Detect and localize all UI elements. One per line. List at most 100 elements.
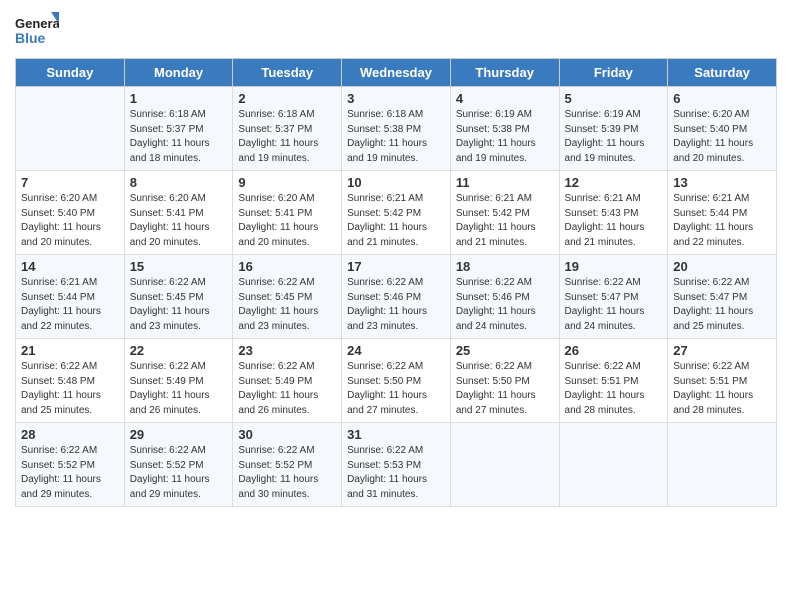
cell-info: Sunrise: 6:22 AM Sunset: 5:52 PM Dayligh… bbox=[238, 444, 336, 502]
calendar-cell: 18 Sunrise: 6:22 AM Sunset: 5:46 PM Dayli… bbox=[450, 255, 559, 339]
date-number: 14 bbox=[21, 259, 119, 274]
date-number: 22 bbox=[130, 343, 228, 358]
calendar-cell: 28 Sunrise: 6:22 AM Sunset: 5:52 PM Dayli… bbox=[16, 423, 125, 507]
calendar-cell: 1 Sunrise: 6:18 AM Sunset: 5:37 PM Daylig… bbox=[124, 87, 233, 171]
cell-info: Sunrise: 6:22 AM Sunset: 5:45 PM Dayligh… bbox=[130, 276, 228, 334]
day-header-wednesday: Wednesday bbox=[342, 59, 451, 87]
cell-info: Sunrise: 6:21 AM Sunset: 5:43 PM Dayligh… bbox=[565, 192, 663, 250]
cell-info: Sunrise: 6:22 AM Sunset: 5:50 PM Dayligh… bbox=[456, 360, 554, 418]
day-header-monday: Monday bbox=[124, 59, 233, 87]
cell-info: Sunrise: 6:19 AM Sunset: 5:39 PM Dayligh… bbox=[565, 108, 663, 166]
calendar-cell: 8 Sunrise: 6:20 AM Sunset: 5:41 PM Daylig… bbox=[124, 171, 233, 255]
cell-info: Sunrise: 6:18 AM Sunset: 5:38 PM Dayligh… bbox=[347, 108, 445, 166]
date-number: 28 bbox=[21, 427, 119, 442]
cell-info: Sunrise: 6:20 AM Sunset: 5:40 PM Dayligh… bbox=[21, 192, 119, 250]
calendar-cell bbox=[450, 423, 559, 507]
day-header-thursday: Thursday bbox=[450, 59, 559, 87]
cell-info: Sunrise: 6:22 AM Sunset: 5:47 PM Dayligh… bbox=[565, 276, 663, 334]
calendar-cell: 19 Sunrise: 6:22 AM Sunset: 5:47 PM Dayli… bbox=[559, 255, 668, 339]
calendar-cell: 10 Sunrise: 6:21 AM Sunset: 5:42 PM Dayli… bbox=[342, 171, 451, 255]
cell-info: Sunrise: 6:22 AM Sunset: 5:52 PM Dayligh… bbox=[130, 444, 228, 502]
cell-info: Sunrise: 6:22 AM Sunset: 5:52 PM Dayligh… bbox=[21, 444, 119, 502]
cell-info: Sunrise: 6:21 AM Sunset: 5:42 PM Dayligh… bbox=[347, 192, 445, 250]
calendar-cell: 24 Sunrise: 6:22 AM Sunset: 5:50 PM Dayli… bbox=[342, 339, 451, 423]
calendar-cell: 7 Sunrise: 6:20 AM Sunset: 5:40 PM Daylig… bbox=[16, 171, 125, 255]
date-number: 2 bbox=[238, 91, 336, 106]
date-number: 12 bbox=[565, 175, 663, 190]
date-number: 4 bbox=[456, 91, 554, 106]
cell-info: Sunrise: 6:22 AM Sunset: 5:46 PM Dayligh… bbox=[347, 276, 445, 334]
calendar-cell: 9 Sunrise: 6:20 AM Sunset: 5:41 PM Daylig… bbox=[233, 171, 342, 255]
calendar-cell: 11 Sunrise: 6:21 AM Sunset: 5:42 PM Dayli… bbox=[450, 171, 559, 255]
calendar-cell: 13Sunrise: 6:21 AM Sunset: 5:44 PM Dayli… bbox=[668, 171, 777, 255]
cell-info: Sunrise: 6:22 AM Sunset: 5:45 PM Dayligh… bbox=[238, 276, 336, 334]
cell-info: Sunrise: 6:22 AM Sunset: 5:47 PM Dayligh… bbox=[673, 276, 771, 334]
date-number: 26 bbox=[565, 343, 663, 358]
date-number: 31 bbox=[347, 427, 445, 442]
day-header-sunday: Sunday bbox=[16, 59, 125, 87]
page-header: General Blue bbox=[15, 10, 777, 50]
date-number: 13 bbox=[673, 175, 771, 190]
cell-info: Sunrise: 6:22 AM Sunset: 5:46 PM Dayligh… bbox=[456, 276, 554, 334]
calendar-table: SundayMondayTuesdayWednesdayThursdayFrid… bbox=[15, 58, 777, 507]
date-number: 8 bbox=[130, 175, 228, 190]
date-number: 30 bbox=[238, 427, 336, 442]
calendar-cell: 2 Sunrise: 6:18 AM Sunset: 5:37 PM Daylig… bbox=[233, 87, 342, 171]
cell-info: Sunrise: 6:22 AM Sunset: 5:53 PM Dayligh… bbox=[347, 444, 445, 502]
cell-info: Sunrise: 6:20 AM Sunset: 5:41 PM Dayligh… bbox=[130, 192, 228, 250]
cell-info: Sunrise: 6:18 AM Sunset: 5:37 PM Dayligh… bbox=[238, 108, 336, 166]
day-header-friday: Friday bbox=[559, 59, 668, 87]
date-number: 10 bbox=[347, 175, 445, 190]
calendar-cell: 27Sunrise: 6:22 AM Sunset: 5:51 PM Dayli… bbox=[668, 339, 777, 423]
date-number: 11 bbox=[456, 175, 554, 190]
calendar-cell: 6Sunrise: 6:20 AM Sunset: 5:40 PM Daylig… bbox=[668, 87, 777, 171]
cell-info: Sunrise: 6:18 AM Sunset: 5:37 PM Dayligh… bbox=[130, 108, 228, 166]
date-number: 18 bbox=[456, 259, 554, 274]
calendar-cell: 14Sunrise: 6:21 AM Sunset: 5:44 PM Dayli… bbox=[16, 255, 125, 339]
date-number: 20 bbox=[673, 259, 771, 274]
calendar-cell: 4 Sunrise: 6:19 AM Sunset: 5:38 PM Daylig… bbox=[450, 87, 559, 171]
calendar-cell: 22Sunrise: 6:22 AM Sunset: 5:49 PM Dayli… bbox=[124, 339, 233, 423]
calendar-cell: 25 Sunrise: 6:22 AM Sunset: 5:50 PM Dayli… bbox=[450, 339, 559, 423]
calendar-cell: 15 Sunrise: 6:22 AM Sunset: 5:45 PM Dayli… bbox=[124, 255, 233, 339]
date-number: 19 bbox=[565, 259, 663, 274]
date-number: 7 bbox=[21, 175, 119, 190]
calendar-cell: 31 Sunrise: 6:22 AM Sunset: 5:53 PM Dayli… bbox=[342, 423, 451, 507]
cell-info: Sunrise: 6:21 AM Sunset: 5:42 PM Dayligh… bbox=[456, 192, 554, 250]
cell-info: Sunrise: 6:22 AM Sunset: 5:51 PM Dayligh… bbox=[565, 360, 663, 418]
calendar-cell bbox=[16, 87, 125, 171]
cell-info: Sunrise: 6:20 AM Sunset: 5:41 PM Dayligh… bbox=[238, 192, 336, 250]
calendar-cell bbox=[559, 423, 668, 507]
calendar-cell: 29 Sunrise: 6:22 AM Sunset: 5:52 PM Dayli… bbox=[124, 423, 233, 507]
cell-info: Sunrise: 6:19 AM Sunset: 5:38 PM Dayligh… bbox=[456, 108, 554, 166]
cell-info: Sunrise: 6:22 AM Sunset: 5:50 PM Dayligh… bbox=[347, 360, 445, 418]
date-number: 9 bbox=[238, 175, 336, 190]
calendar-cell bbox=[668, 423, 777, 507]
date-number: 5 bbox=[565, 91, 663, 106]
calendar-week-3: 14Sunrise: 6:21 AM Sunset: 5:44 PM Dayli… bbox=[16, 255, 777, 339]
calendar-week-2: 7 Sunrise: 6:20 AM Sunset: 5:40 PM Daylig… bbox=[16, 171, 777, 255]
calendar-cell: 16 Sunrise: 6:22 AM Sunset: 5:45 PM Dayli… bbox=[233, 255, 342, 339]
date-number: 25 bbox=[456, 343, 554, 358]
logo: General Blue bbox=[15, 10, 59, 50]
cell-info: Sunrise: 6:22 AM Sunset: 5:48 PM Dayligh… bbox=[21, 360, 119, 418]
calendar-cell: 5 Sunrise: 6:19 AM Sunset: 5:39 PM Daylig… bbox=[559, 87, 668, 171]
date-number: 6 bbox=[673, 91, 771, 106]
date-number: 27 bbox=[673, 343, 771, 358]
date-number: 29 bbox=[130, 427, 228, 442]
logo-icon: General Blue bbox=[15, 10, 59, 50]
date-number: 24 bbox=[347, 343, 445, 358]
date-number: 23 bbox=[238, 343, 336, 358]
calendar-cell: 17 Sunrise: 6:22 AM Sunset: 5:46 PM Dayli… bbox=[342, 255, 451, 339]
date-number: 16 bbox=[238, 259, 336, 274]
calendar-cell: 30 Sunrise: 6:22 AM Sunset: 5:52 PM Dayli… bbox=[233, 423, 342, 507]
date-number: 21 bbox=[21, 343, 119, 358]
day-header-saturday: Saturday bbox=[668, 59, 777, 87]
calendar-week-5: 28 Sunrise: 6:22 AM Sunset: 5:52 PM Dayli… bbox=[16, 423, 777, 507]
calendar-cell: 20 Sunrise: 6:22 AM Sunset: 5:47 PM Dayli… bbox=[668, 255, 777, 339]
calendar-week-4: 21 Sunrise: 6:22 AM Sunset: 5:48 PM Dayli… bbox=[16, 339, 777, 423]
date-number: 1 bbox=[130, 91, 228, 106]
date-number: 15 bbox=[130, 259, 228, 274]
svg-text:General: General bbox=[15, 16, 59, 31]
date-number: 17 bbox=[347, 259, 445, 274]
